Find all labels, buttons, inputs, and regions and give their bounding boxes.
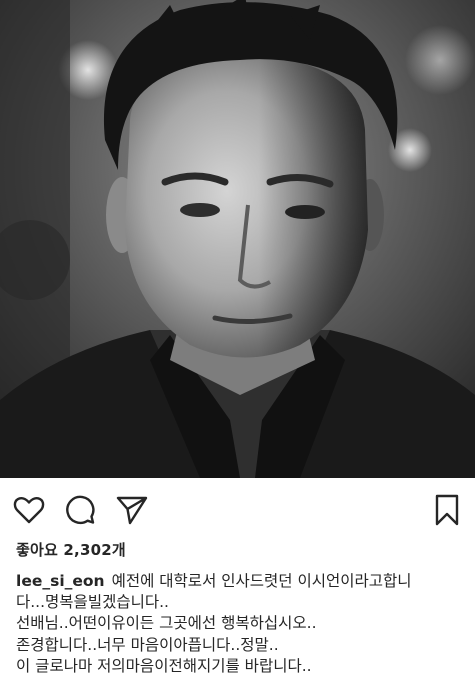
like-button[interactable]	[11, 492, 47, 528]
portrait-photo	[0, 0, 475, 478]
share-button[interactable]	[114, 492, 150, 528]
caption-line: 다...명복을빌겠습니다..	[16, 593, 169, 612]
comment-bubble-icon	[66, 495, 95, 525]
caption-line: 존경합니다..너무 마음이아픕니다..정말..	[16, 635, 279, 654]
post-caption: lee_si_eon 예전에 대학로서 인사드렷던 이시언이라고합니 다...명복…	[16, 571, 468, 677]
bookmark-icon	[435, 494, 459, 526]
caption-username[interactable]: lee_si_eon	[16, 572, 105, 590]
caption-line: 선배님..어떤이유이든 그곳에선 행복하십시오..	[16, 614, 317, 633]
heart-icon	[13, 497, 45, 524]
likes-count[interactable]: 좋아요 2,302개	[16, 539, 126, 560]
post-photo[interactable]	[0, 0, 475, 478]
caption-line: 이 글로나마 저의마음이전해지기를 바랍니다..	[16, 656, 312, 675]
post-actions-bar	[0, 492, 475, 528]
caption-first-line: lee_si_eon 예전에 대학로서 인사드렷던 이시언이라고합니	[16, 571, 468, 592]
caption-text: 예전에 대학로서 인사드렷던 이시언이라고합니	[111, 572, 412, 590]
save-button[interactable]	[429, 492, 465, 528]
paper-plane-icon	[116, 496, 148, 525]
comment-button[interactable]	[62, 492, 98, 528]
